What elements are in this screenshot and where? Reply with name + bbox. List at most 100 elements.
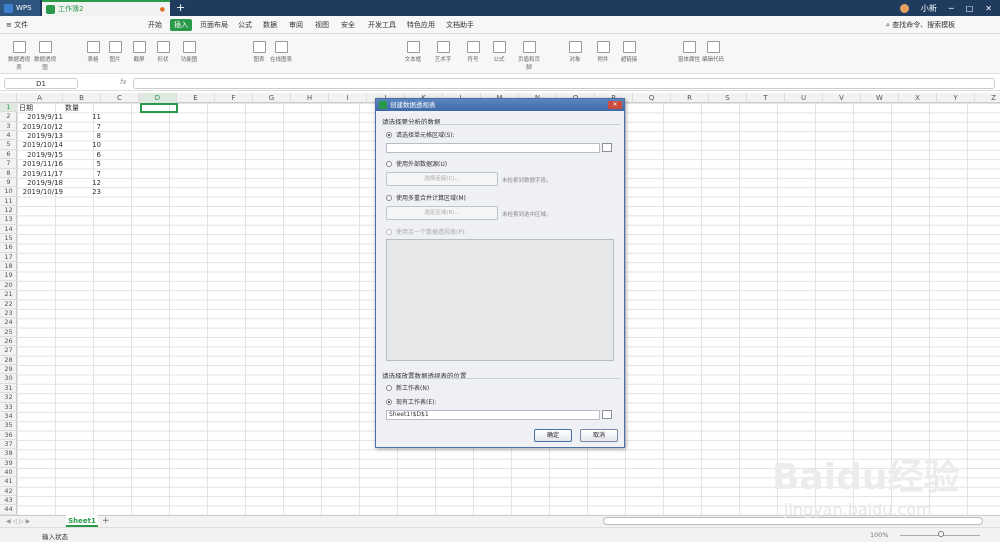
cell-date[interactable]: 2019/9/15 xyxy=(17,151,63,160)
row-header-28[interactable]: 28 xyxy=(0,356,17,366)
selected-cell-d1[interactable] xyxy=(140,103,178,113)
cell-date[interactable]: 2019/9/13 xyxy=(17,132,63,141)
cell-date[interactable]: 2019/10/12 xyxy=(17,123,63,132)
toolbar-button-3[interactable]: 图片 xyxy=(102,38,128,63)
toolbar-button-18[interactable]: 编辑代码 xyxy=(700,38,726,63)
column-header-C[interactable]: C xyxy=(101,93,139,103)
row-header-2[interactable]: 2 xyxy=(0,112,17,122)
row-header-32[interactable]: 32 xyxy=(0,393,17,403)
cell-quantity[interactable]: 6 xyxy=(63,151,101,160)
column-header-U[interactable]: U xyxy=(785,93,823,103)
select-all-corner[interactable] xyxy=(0,93,17,103)
column-header-V[interactable]: V xyxy=(823,93,861,103)
toolbar-button-4[interactable]: 截屏 xyxy=(126,38,152,63)
row-header-18[interactable]: 18 xyxy=(0,262,17,272)
column-header-S[interactable]: S xyxy=(709,93,747,103)
new-tab-button[interactable]: + xyxy=(176,0,185,16)
row-header-1[interactable]: 1 xyxy=(0,103,17,113)
row-header-10[interactable]: 10 xyxy=(0,187,17,197)
menu-home[interactable]: 开始 xyxy=(148,20,162,30)
toolbar-button-1[interactable]: 数据透视图 xyxy=(32,38,58,71)
sheet-nav-icons[interactable]: ◀ ◁ ▷ ▶ xyxy=(6,518,30,525)
toolbar-button-11[interactable]: 符号 xyxy=(460,38,486,63)
row-header-12[interactable]: 12 xyxy=(0,206,17,216)
row-header-26[interactable]: 26 xyxy=(0,337,17,347)
menu-file[interactable]: ≡ 文件 xyxy=(6,20,28,30)
column-header-R[interactable]: R xyxy=(671,93,709,103)
column-header-F[interactable]: F xyxy=(215,93,253,103)
menu-review[interactable]: 审阅 xyxy=(289,20,303,30)
row-header-11[interactable]: 11 xyxy=(0,197,17,206)
existing-sheet-input[interactable]: Sheet1!$D$1 xyxy=(386,410,600,420)
row-header-30[interactable]: 30 xyxy=(0,374,17,384)
column-header-Y[interactable]: Y xyxy=(937,93,975,103)
fx-icon[interactable]: fx xyxy=(120,78,127,86)
menu-doc-assistant[interactable]: 文档助手 xyxy=(446,20,474,30)
row-header-23[interactable]: 23 xyxy=(0,309,17,319)
cell-quantity[interactable]: 10 xyxy=(63,141,101,150)
toolbar-button-14[interactable]: 对象 xyxy=(562,38,588,63)
row-header-31[interactable]: 31 xyxy=(0,384,17,394)
cell-date[interactable]: 2019/9/18 xyxy=(17,179,63,188)
row-header-42[interactable]: 42 xyxy=(0,487,17,497)
cell-quantity[interactable]: 5 xyxy=(63,160,101,169)
row-header-43[interactable]: 43 xyxy=(0,496,17,506)
menu-insert[interactable]: 插入 xyxy=(170,19,192,31)
row-header-9[interactable]: 9 xyxy=(0,178,17,188)
column-header-H[interactable]: H xyxy=(291,93,329,103)
column-header-I[interactable]: I xyxy=(329,93,367,103)
option-multiple-ranges[interactable]: 使用多重合并计算区域(M) xyxy=(386,193,466,202)
dialog-close-button[interactable]: ✕ xyxy=(608,101,622,109)
app-tab-wps[interactable]: WPS xyxy=(0,0,40,16)
select-connection-button[interactable]: 选择连接(C)... xyxy=(386,172,498,186)
search-commands[interactable]: ⌕ 查找命令、搜索模板 xyxy=(886,20,955,30)
row-header-35[interactable]: 35 xyxy=(0,421,17,431)
row-header-17[interactable]: 17 xyxy=(0,253,17,263)
zoom-slider-knob[interactable] xyxy=(938,531,944,537)
row-header-36[interactable]: 36 xyxy=(0,431,17,440)
row-header-25[interactable]: 25 xyxy=(0,328,17,337)
row-header-41[interactable]: 41 xyxy=(0,477,17,487)
horizontal-scrollbar[interactable] xyxy=(603,517,983,525)
cell-quantity[interactable]: 23 xyxy=(63,188,101,197)
toolbar-button-16[interactable]: 超链接 xyxy=(616,38,642,63)
option-external-source[interactable]: 使用外部数据源(U) xyxy=(386,159,447,168)
row-header-5[interactable]: 5 xyxy=(0,140,17,150)
row-header-27[interactable]: 27 xyxy=(0,346,17,356)
toolbar-button-17[interactable]: 窗体属性 xyxy=(676,38,702,63)
close-icon[interactable]: ✕ xyxy=(985,4,992,13)
row-header-3[interactable]: 3 xyxy=(0,122,17,132)
location-picker-button[interactable] xyxy=(602,410,612,419)
row-header-16[interactable]: 16 xyxy=(0,243,17,253)
cell-header-date[interactable]: 日期 xyxy=(19,104,63,113)
add-sheet-button[interactable]: + xyxy=(102,516,110,527)
row-header-34[interactable]: 34 xyxy=(0,412,17,422)
cancel-button[interactable]: 取消 xyxy=(580,429,618,442)
row-header-37[interactable]: 37 xyxy=(0,440,17,450)
row-header-8[interactable]: 8 xyxy=(0,169,17,178)
cell-range-input[interactable] xyxy=(386,143,600,153)
toolbar-button-0[interactable]: 数据透视表 xyxy=(6,38,32,71)
menu-formula[interactable]: 公式 xyxy=(238,20,252,30)
toolbar-button-8[interactable]: 在线图表 xyxy=(268,38,294,63)
row-header-6[interactable]: 6 xyxy=(0,150,17,160)
column-header-A[interactable]: A xyxy=(17,93,63,103)
row-header-21[interactable]: 21 xyxy=(0,290,17,300)
toolbar-button-10[interactable]: 艺术字 xyxy=(430,38,456,63)
cell-quantity[interactable]: 8 xyxy=(63,132,101,141)
toolbar-button-9[interactable]: 文本框 xyxy=(400,38,426,63)
column-header-D[interactable]: D xyxy=(139,93,177,103)
user-name[interactable]: 小新 xyxy=(921,3,937,14)
row-header-22[interactable]: 22 xyxy=(0,300,17,309)
menu-page-layout[interactable]: 页面布局 xyxy=(200,20,228,30)
cell-quantity[interactable]: 11 xyxy=(63,113,101,122)
toolbar-button-5[interactable]: 形状 xyxy=(150,38,176,63)
zoom-level[interactable]: 100% xyxy=(870,531,889,539)
cell-date[interactable]: 2019/11/17 xyxy=(17,170,63,179)
row-header-40[interactable]: 40 xyxy=(0,468,17,478)
row-header-39[interactable]: 39 xyxy=(0,459,17,469)
row-header-29[interactable]: 29 xyxy=(0,365,17,375)
menu-view[interactable]: 视图 xyxy=(315,20,329,30)
option-cell-range[interactable]: 请选择单元格区域(S): xyxy=(386,130,455,139)
toolbar-button-12[interactable]: 公式 xyxy=(486,38,512,63)
